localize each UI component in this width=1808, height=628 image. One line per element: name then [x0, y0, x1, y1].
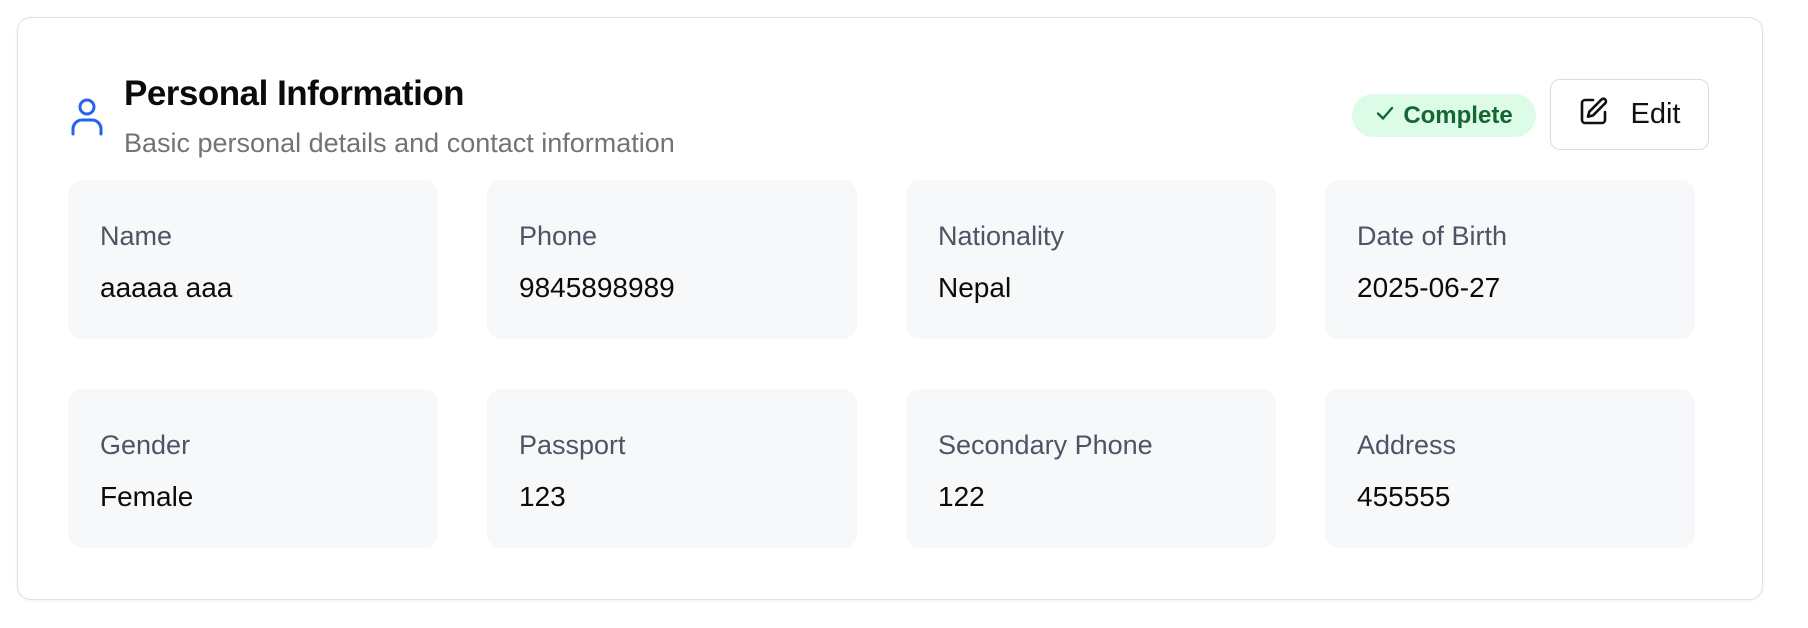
field-value: 2025-06-27 [1357, 272, 1501, 303]
section-title: Personal Information [124, 74, 465, 113]
field-label: Address [1357, 430, 1457, 460]
field-label: Gender [100, 430, 191, 460]
field-name: Name aaaaa aaa [68, 180, 438, 339]
field-label: Date of Birth [1357, 221, 1508, 251]
field-value: Female [100, 481, 194, 512]
field-value: Nepal [938, 272, 1012, 303]
field-value: 9845898989 [519, 272, 675, 303]
status-badge: Complete [1352, 94, 1536, 137]
field-phone: Phone 9845898989 [487, 180, 857, 339]
field-label: Phone [519, 221, 598, 251]
edit-icon [1579, 96, 1609, 134]
field-secondary-phone: Secondary Phone 122 [906, 389, 1276, 548]
field-value: 123 [519, 481, 566, 512]
field-label: Passport [519, 430, 626, 460]
field-value: 455555 [1357, 481, 1451, 512]
field-label: Secondary Phone [938, 430, 1153, 460]
edit-button[interactable]: Edit [1550, 79, 1709, 150]
field-nationality: Nationality Nepal [906, 180, 1276, 339]
field-label: Nationality [938, 221, 1065, 251]
section-subtitle: Basic personal details and contact infor… [124, 128, 675, 158]
edit-button-label: Edit [1630, 98, 1681, 130]
card-header: Personal Information Basic personal deta… [18, 18, 1762, 178]
field-value: 122 [938, 481, 985, 512]
field-date-of-birth: Date of Birth 2025-06-27 [1325, 180, 1695, 339]
user-icon [70, 96, 104, 136]
field-address: Address 455555 [1325, 389, 1695, 548]
check-icon [1375, 102, 1395, 130]
field-label: Name [100, 221, 173, 251]
field-gender: Gender Female [68, 389, 438, 548]
personal-information-card: Personal Information Basic personal deta… [17, 17, 1763, 600]
field-passport: Passport 123 [487, 389, 857, 548]
status-badge-label: Complete [1403, 101, 1513, 129]
field-value: aaaaa aaa [100, 272, 233, 303]
